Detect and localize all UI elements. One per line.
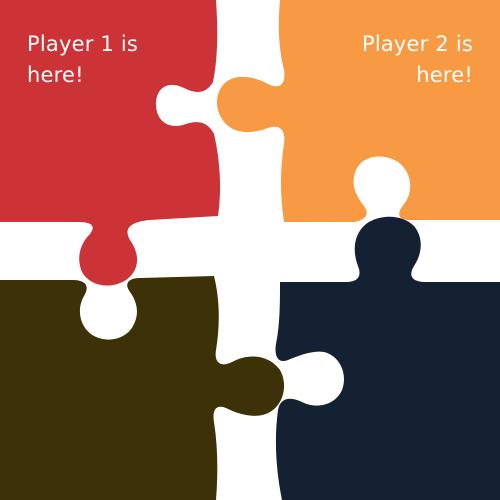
puzzle-piece-bottom-right[interactable] (275, 216, 500, 500)
player-2-label: Player 2 is here! (362, 29, 473, 91)
puzzle-board: Player 1 is here! Player 2 is here! (0, 0, 500, 500)
player-1-label: Player 1 is here! (27, 29, 138, 91)
player-1-label-line-1: Player 1 is (27, 32, 139, 56)
puzzle-piece-bottom-left[interactable] (0, 276, 285, 500)
player-1-label-line-2: here! (27, 63, 84, 87)
player-2-label-line-2: here! (416, 63, 473, 87)
player-2-label-line-1: Player 2 is (361, 32, 473, 56)
